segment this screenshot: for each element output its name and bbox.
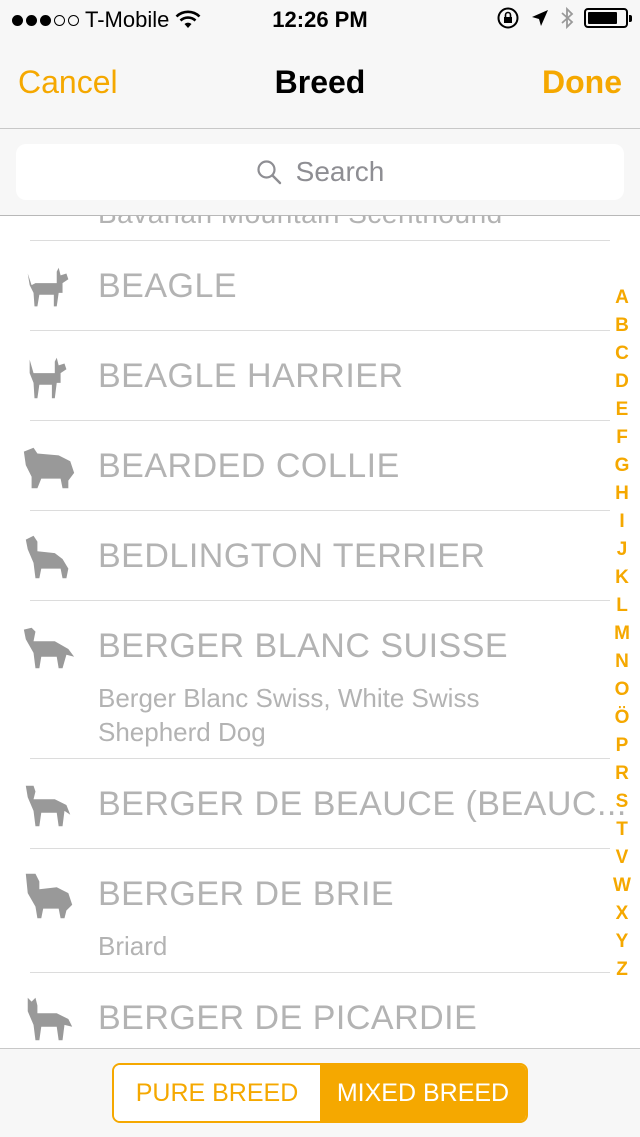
index-letter[interactable]: B	[610, 312, 634, 340]
index-letter[interactable]: H	[610, 480, 634, 508]
index-letter[interactable]: J	[610, 536, 634, 564]
index-letter[interactable]: R	[610, 760, 634, 788]
index-letter[interactable]: P	[610, 732, 634, 760]
bearded-collie-dog-icon	[23, 447, 75, 489]
beagle-harrier-dog-icon	[29, 357, 67, 399]
search-input[interactable]: Search	[16, 144, 624, 200]
breed-name: Bavarian Mountain Scenthound	[98, 216, 503, 230]
index-letter[interactable]: L	[610, 592, 634, 620]
index-letter[interactable]: M	[610, 620, 634, 648]
list-item[interactable]: BEARDED COLLIE	[0, 421, 610, 510]
breed-type-segmented-control[interactable]: PURE BREED MIXED BREED	[112, 1063, 528, 1123]
status-right	[496, 6, 632, 30]
berger-de-beauce-dog-icon	[25, 785, 71, 827]
battery-icon	[584, 8, 632, 28]
bottom-toolbar: PURE BREED MIXED BREED	[0, 1048, 640, 1137]
breed-name: BEAGLE	[98, 267, 238, 305]
status-bar: T-Mobile 12:26 PM	[0, 0, 640, 40]
search-placeholder: Search	[295, 156, 385, 187]
rotation-lock-icon	[497, 7, 519, 29]
index-letter[interactable]: W	[610, 872, 634, 900]
index-letter[interactable]: V	[610, 844, 634, 872]
bluetooth-icon	[561, 6, 574, 30]
berger-blanc-suisse-dog-icon	[23, 627, 75, 669]
index-letter[interactable]: Z	[610, 956, 634, 984]
list-item[interactable]: BERGER DE BEAUCE (BEAUC...	[0, 759, 626, 848]
breed-alias: Briard	[98, 931, 168, 961]
berger-de-picardie-dog-icon	[27, 997, 73, 1041]
list-item[interactable]: BERGER DE BRIE Briard	[0, 849, 610, 972]
list-item[interactable]: Bavarian Mountain Scenthound	[0, 216, 610, 240]
breed-name: BERGER DE PICARDIE	[98, 999, 478, 1037]
berger-de-brie-dog-icon	[25, 873, 73, 919]
index-letter[interactable]: K	[610, 564, 634, 592]
index-letter[interactable]: C	[610, 340, 634, 368]
done-button[interactable]: Done	[542, 64, 622, 101]
breed-alias-line: Berger Blanc Swiss, White Swiss	[98, 683, 480, 713]
list-item[interactable]: BERGER BLANC SUISSE Berger Blanc Swiss, …	[0, 601, 610, 758]
breed-name: BERGER BLANC SUISSE	[98, 627, 509, 665]
index-letter[interactable]: Y	[610, 928, 634, 956]
index-letter[interactable]: S	[610, 788, 634, 816]
search-bar: Search	[0, 129, 640, 216]
breed-name: BEDLINGTON TERRIER	[98, 537, 486, 575]
list-item[interactable]: BEDLINGTON TERRIER	[0, 511, 610, 600]
bedlington-terrier-dog-icon	[25, 535, 69, 579]
breed-name: BERGER DE BRIE	[98, 875, 395, 913]
list-item[interactable]: BERGER DE PICARDIE	[0, 973, 610, 1048]
index-letter[interactable]: A	[610, 284, 634, 312]
location-arrow-icon	[532, 10, 548, 26]
index-letter[interactable]: F	[610, 424, 634, 452]
navigation-bar: Cancel Breed Done	[0, 40, 640, 129]
search-icon	[257, 160, 281, 185]
alphabet-index[interactable]: A B C D E F G H I J K L M N O Ö P R S T …	[610, 284, 634, 984]
pure-breed-segment[interactable]: PURE BREED	[114, 1065, 320, 1121]
mixed-breed-segment[interactable]: MIXED BREED	[320, 1065, 526, 1121]
index-letter[interactable]: T	[610, 816, 634, 844]
breed-alias-line: Shepherd Dog	[98, 717, 266, 747]
breed-name: BEARDED COLLIE	[98, 447, 400, 485]
breed-name: BEAGLE HARRIER	[98, 357, 404, 395]
index-letter[interactable]: I	[610, 508, 634, 536]
index-letter[interactable]: D	[610, 368, 634, 396]
index-letter[interactable]: N	[610, 648, 634, 676]
index-letter[interactable]: X	[610, 900, 634, 928]
index-letter[interactable]: E	[610, 396, 634, 424]
cancel-button[interactable]: Cancel	[18, 64, 118, 101]
index-letter[interactable]: Ö	[610, 704, 634, 732]
index-letter[interactable]: G	[610, 452, 634, 480]
list-item[interactable]: BEAGLE HARRIER	[0, 331, 610, 420]
breed-name: BERGER DE BEAUCE (BEAUC...	[98, 785, 627, 823]
index-letter[interactable]: O	[610, 676, 634, 704]
beagle-dog-icon	[27, 267, 69, 307]
breed-alias: Berger Blanc Swiss, White Swiss Shepherd…	[98, 681, 479, 749]
breed-list[interactable]: Bavarian Mountain Scenthound BEAGLE BEAG…	[0, 216, 640, 1048]
list-item[interactable]: BEAGLE	[0, 241, 610, 330]
